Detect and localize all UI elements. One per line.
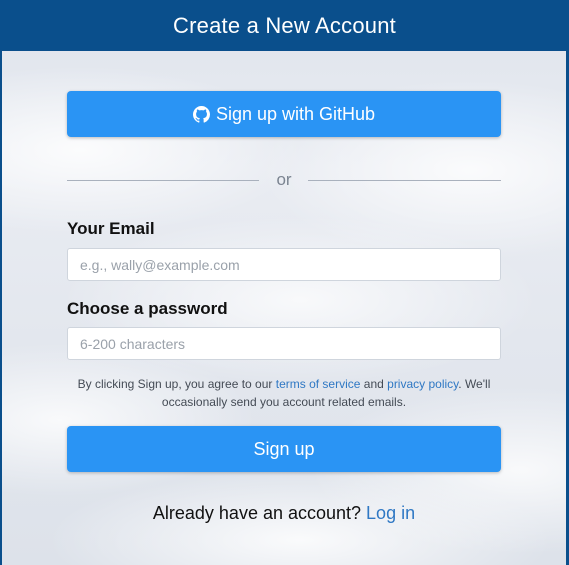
email-field[interactable] — [67, 248, 501, 281]
page-header: Create a New Account — [0, 0, 569, 51]
login-prompt-text: Already have an account? — [152, 503, 367, 523]
signup-button-label: Sign up — [253, 438, 315, 459]
or-divider: or — [67, 170, 501, 190]
frame-border-left — [0, 51, 2, 565]
terms-middle: and — [360, 377, 388, 391]
password-label: Choose a password — [67, 299, 228, 318]
terms-prefix: By clicking Sign up, you agree to our — [77, 377, 276, 391]
terms-of-service-link[interactable]: terms of service — [276, 377, 361, 391]
github-signup-button[interactable]: Sign up with GitHub — [67, 91, 501, 137]
divider-line-right — [308, 180, 501, 181]
password-field[interactable] — [67, 327, 501, 360]
email-label: Your Email — [67, 219, 155, 238]
signup-page: Create a New Account Sign up with GitHub… — [0, 0, 569, 565]
github-button-label: Sign up with GitHub — [215, 103, 376, 124]
page-title: Create a New Account — [173, 12, 396, 38]
divider-line-left — [67, 180, 259, 181]
privacy-policy-link[interactable]: privacy policy — [387, 377, 458, 391]
github-icon — [192, 105, 210, 123]
login-link[interactable]: Log in — [366, 503, 415, 523]
login-prompt: Already have an account? Log in — [67, 503, 501, 524]
terms-notice: By clicking Sign up, you agree to our te… — [67, 375, 501, 411]
signup-button[interactable]: Sign up — [67, 426, 501, 472]
divider-text: or — [276, 170, 292, 189]
